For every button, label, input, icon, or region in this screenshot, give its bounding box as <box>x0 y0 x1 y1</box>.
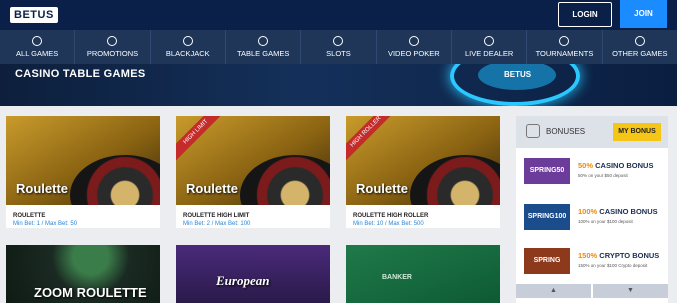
bonuses-panel: BONUSES MY BONUS SPRING50 50% CASINO BON… <box>516 116 668 303</box>
game-card-roulette-high-roller[interactable]: HIGH ROLLER Roulette ROULETTE HIGH ROLLE… <box>346 116 500 228</box>
game-title: ROULETTE <box>13 213 46 219</box>
slots-icon <box>333 36 344 46</box>
ribbon-badge: HIGH ROLLER <box>346 116 399 165</box>
bonus-percent: 50% <box>578 161 594 170</box>
roulette-wheel-icon <box>70 155 160 205</box>
gift-icon <box>107 36 118 46</box>
ribbon-badge: HIGH LIMIT <box>176 116 229 165</box>
bonus-name: CASINO BONUS <box>599 207 658 216</box>
trophy-icon <box>526 124 540 138</box>
game-thumbnail[interactable]: HIGH LIMIT Roulette <box>176 116 330 205</box>
chip-icon <box>258 36 269 46</box>
nav-slots[interactable]: SLOTS <box>301 30 377 64</box>
bonus-description: 100% on your $100 deposit <box>578 219 633 224</box>
more-icon <box>634 36 645 46</box>
nav-label: LIVE DEALER <box>464 49 514 58</box>
game-card-roulette-high-limit[interactable]: HIGH LIMIT Roulette ROULETTE HIGH LIMIT … <box>176 116 330 228</box>
bonus-description: 50% on your $50 deposit <box>578 173 628 178</box>
game-title: ROULETTE HIGH ROLLER <box>353 213 429 219</box>
nav-promotions[interactable]: PROMOTIONS <box>75 30 151 64</box>
blackjack-icon <box>182 36 193 46</box>
nav-all-games[interactable]: ALL GAMES <box>0 30 76 64</box>
bonus-percent: 150% <box>578 251 598 260</box>
nav-label: TOURNAMENTS <box>535 49 594 58</box>
nav-other-games[interactable]: OTHER GAMES <box>603 30 677 64</box>
nav-live-dealer[interactable]: LIVE DEALER <box>452 30 528 64</box>
game-thumb-name: Roulette <box>186 181 238 196</box>
nav-tournaments[interactable]: TOURNAMENTS <box>527 30 603 64</box>
nav-video-poker[interactable]: VIDEO POKER <box>377 30 452 64</box>
bonus-percent: 100% <box>578 207 598 216</box>
roulette-wheel-icon <box>240 155 330 205</box>
nav-label: SLOTS <box>326 49 351 58</box>
my-bonus-button[interactable]: MY BONUS <box>613 123 661 141</box>
top-bar: BETUS LOGIN JOIN <box>0 0 677 30</box>
cards-icon <box>32 36 43 46</box>
nav-label: ALL GAMES <box>16 49 59 58</box>
poker-icon <box>408 36 419 46</box>
bonuses-title: BONUSES <box>546 127 586 136</box>
bonus-name: CRYPTO BONUS <box>599 251 660 260</box>
bonus-description: 150% on your $100 Crypto deposit <box>578 263 648 268</box>
nav-label: OTHER GAMES <box>612 49 668 58</box>
game-thumb-name: Roulette <box>16 181 68 196</box>
hero-logo: BETUS <box>504 70 532 79</box>
bonus-title: 150% CRYPTO BONUS <box>578 251 659 260</box>
main-nav: ALL GAMES PROMOTIONS BLACKJACK TABLE GAM… <box>0 30 677 64</box>
bonus-name: CASINO BONUS <box>595 161 654 170</box>
hero-banner: CASINO TABLE GAMES BETUS <box>0 64 677 106</box>
login-button[interactable]: LOGIN <box>558 2 612 27</box>
dealer-icon <box>484 36 495 46</box>
nav-label: TABLE GAMES <box>236 49 290 58</box>
nav-table-games[interactable]: TABLE GAMES <box>226 30 302 64</box>
bonus-code-image: SPRING50 <box>524 158 570 184</box>
bonus-code-image: SPRING <box>524 248 570 274</box>
game-thumb-name: Roulette <box>356 181 408 196</box>
scroll-up-button[interactable]: ▲ <box>516 284 591 298</box>
game-bet-range: Min Bet: 10 / Max Bet: 500 <box>353 221 424 227</box>
game-bet-range: Min Bet: 1 / Max Bet: 50 <box>13 221 78 227</box>
game-card-baccarat[interactable]: BANKER <box>346 245 500 303</box>
roulette-wheel-icon <box>410 155 500 205</box>
nav-blackjack[interactable]: BLACKJACK <box>151 30 226 64</box>
game-title: ROULETTE HIGH LIMIT <box>183 213 250 219</box>
game-thumbnail[interactable]: Roulette <box>6 116 160 205</box>
trophy-icon <box>559 36 570 46</box>
scroll-down-button[interactable]: ▼ <box>593 284 668 298</box>
bonus-title: 100% CASINO BONUS <box>578 207 658 216</box>
game-thumb-name: BANKER <box>382 274 412 281</box>
bonus-code-image: SPRING100 <box>524 204 570 230</box>
nav-label: BLACKJACK <box>165 49 210 58</box>
page-title: CASINO TABLE GAMES <box>15 68 146 80</box>
join-button[interactable]: JOIN <box>620 0 667 28</box>
nav-label: VIDEO POKER <box>387 49 440 58</box>
nav-label: PROMOTIONS <box>86 49 139 58</box>
game-bet-range: Min Bet: 2 / Max Bet: 100 <box>183 221 251 227</box>
game-thumb-name: European <box>216 273 270 288</box>
bonus-item[interactable]: SPRING100 100% CASINO BONUS 100% on your… <box>524 202 664 232</box>
bonus-item[interactable]: SPRING50 50% CASINO BONUS 50% on your $5… <box>524 156 664 186</box>
game-card-zoom-roulette[interactable]: ZOOM ROULETTE <box>6 245 160 303</box>
game-thumbnail[interactable]: HIGH ROLLER Roulette <box>346 116 500 205</box>
bonus-title: 50% CASINO BONUS <box>578 161 653 170</box>
game-card-european[interactable]: European <box>176 245 330 303</box>
bonuses-header: BONUSES MY BONUS <box>516 116 668 148</box>
bonus-item[interactable]: SPRING 150% CRYPTO BONUS 150% on your $1… <box>524 246 664 276</box>
bonus-scroll-controls: ▲ ▼ <box>516 284 668 298</box>
betus-logo[interactable]: BETUS <box>10 7 58 23</box>
game-thumb-name: ZOOM ROULETTE <box>34 285 147 300</box>
game-card-roulette[interactable]: Roulette ROULETTE Min Bet: 1 / Max Bet: … <box>6 116 160 228</box>
